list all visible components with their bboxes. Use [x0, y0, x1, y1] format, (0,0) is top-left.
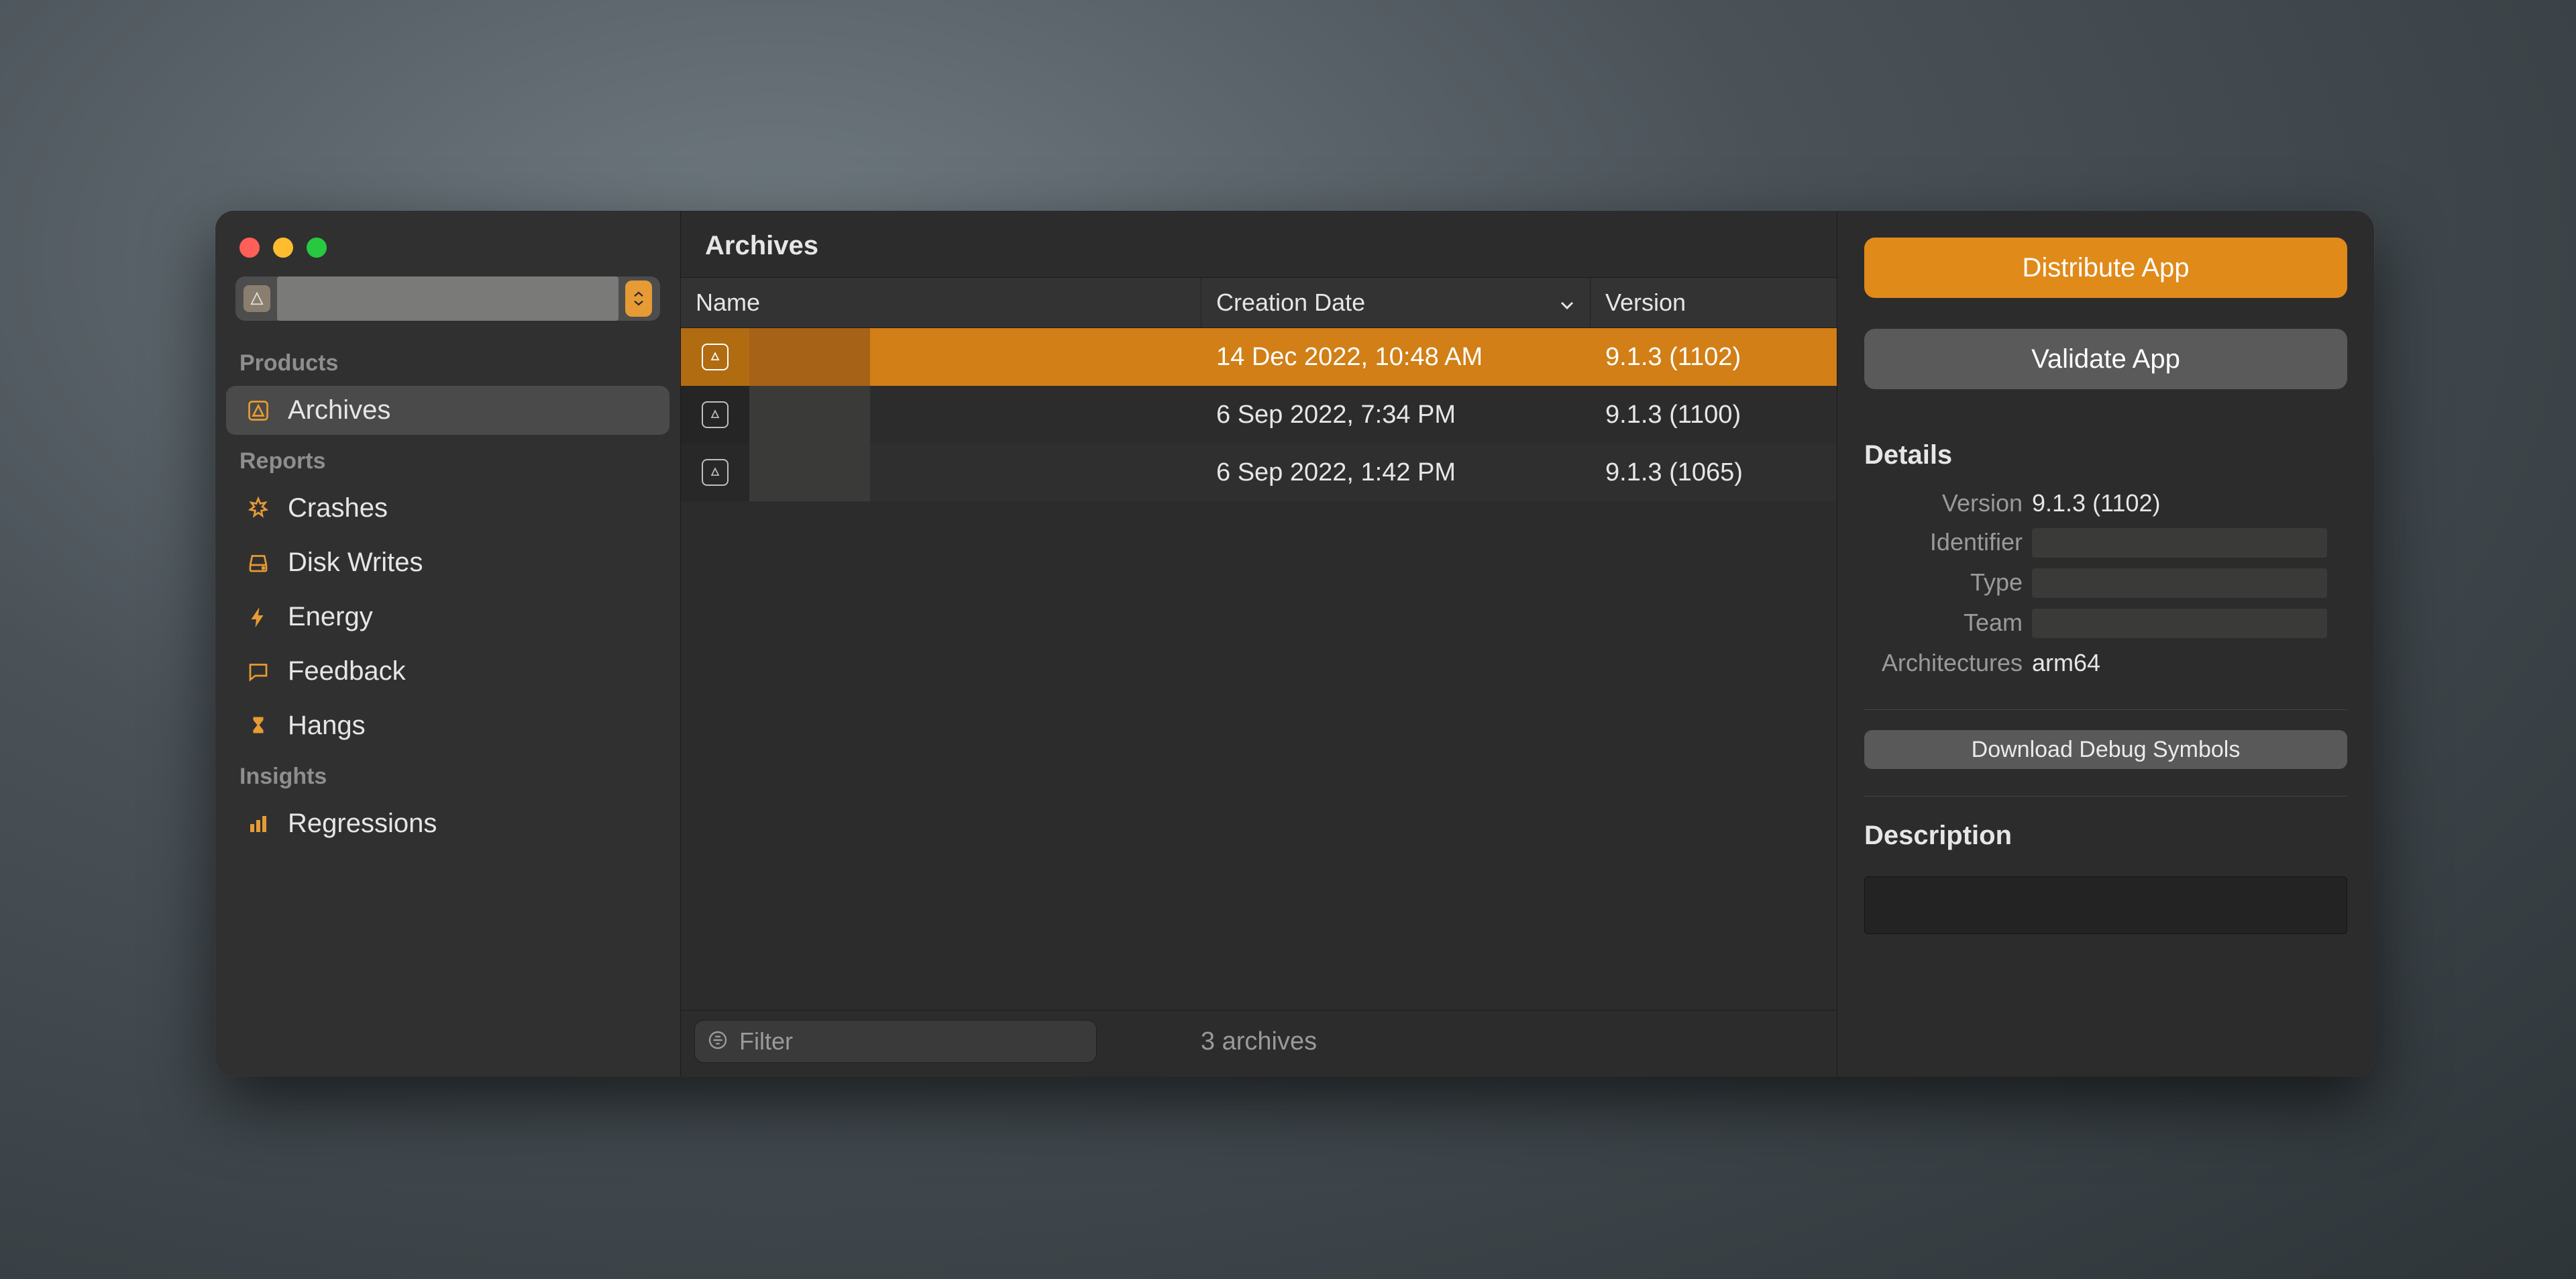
detail-value-redacted: [2032, 609, 2327, 638]
detail-row-identifier: Identifier: [1864, 528, 2347, 558]
zoom-window-button[interactable]: [307, 238, 327, 258]
download-debug-symbols-button[interactable]: Download Debug Symbols: [1864, 730, 2347, 769]
sidebar-section-insights: Insights: [215, 753, 680, 797]
cell-version: 9.1.3 (1100): [1591, 401, 1837, 429]
bars-icon: [244, 809, 273, 839]
sidebar-section-products: Products: [215, 340, 680, 383]
detail-row-version: Version 9.1.3 (1102): [1864, 489, 2347, 517]
sidebar-item-label: Hangs: [288, 711, 366, 741]
sidebar-item-label: Crashes: [288, 493, 388, 523]
archive-name-redacted: [749, 444, 870, 501]
sidebar-item-label: Energy: [288, 602, 373, 632]
column-label: Name: [696, 289, 760, 317]
sidebar: Products Archives Reports Crashes Disk W…: [215, 211, 681, 1076]
detail-label: Architectures: [1864, 649, 2032, 677]
table-row[interactable]: 6 Sep 2022, 1:42 PM 9.1.3 (1065): [681, 444, 1837, 501]
table-body: 14 Dec 2022, 10:48 AM 9.1.3 (1102) 6 Sep…: [681, 328, 1837, 1010]
crash-icon: [244, 494, 273, 523]
organizer-window: Products Archives Reports Crashes Disk W…: [215, 211, 2374, 1076]
detail-label: Team: [1864, 609, 2032, 638]
cell-version: 9.1.3 (1065): [1591, 458, 1837, 487]
detail-label: Version: [1864, 489, 2032, 517]
detail-label: Identifier: [1864, 528, 2032, 558]
sidebar-item-energy[interactable]: Energy: [226, 593, 669, 642]
detail-value: arm64: [2032, 649, 2347, 677]
detail-value-redacted: [2032, 568, 2327, 598]
table-row[interactable]: 6 Sep 2022, 7:34 PM 9.1.3 (1100): [681, 386, 1837, 444]
sidebar-section-reports: Reports: [215, 438, 680, 481]
sidebar-item-label: Regressions: [288, 809, 437, 839]
archive-row-icon: [681, 386, 749, 444]
archive-count: 3 archives: [1124, 1027, 1394, 1056]
column-header-creation-date[interactable]: Creation Date: [1201, 278, 1591, 327]
sidebar-item-crashes[interactable]: Crashes: [226, 484, 669, 533]
hourglass-icon: [244, 711, 273, 741]
filter-icon: [707, 1029, 729, 1054]
description-field[interactable]: [1864, 876, 2347, 934]
validate-app-button[interactable]: Validate App: [1864, 329, 2347, 389]
sidebar-item-label: Disk Writes: [288, 548, 423, 578]
column-header-name[interactable]: Name: [681, 278, 1201, 327]
feedback-icon: [244, 657, 273, 686]
chevron-down-icon: [1559, 289, 1575, 317]
details-panel: Distribute App Validate App Details Vers…: [1837, 211, 2374, 1076]
detail-row-team: Team: [1864, 609, 2347, 638]
close-window-button[interactable]: [239, 238, 260, 258]
divider: [1864, 796, 2347, 797]
sidebar-item-disk-writes[interactable]: Disk Writes: [226, 538, 669, 587]
main-content: Archives Name Creation Date Version: [681, 211, 1837, 1076]
cell-date: 6 Sep 2022, 7:34 PM: [1201, 401, 1591, 429]
updown-chevron-icon: [625, 280, 652, 317]
detail-row-architectures: Architectures arm64: [1864, 649, 2347, 677]
column-header-version[interactable]: Version: [1591, 278, 1837, 327]
sidebar-item-regressions[interactable]: Regressions: [226, 799, 669, 848]
product-name-redacted: [277, 276, 619, 321]
filter-input[interactable]: [738, 1027, 1084, 1056]
sidebar-item-feedback[interactable]: Feedback: [226, 647, 669, 696]
sidebar-item-label: Archives: [288, 395, 390, 425]
detail-label: Type: [1864, 568, 2032, 598]
cell-date: 6 Sep 2022, 1:42 PM: [1201, 458, 1591, 487]
app-icon: [244, 285, 270, 312]
sidebar-item-archives[interactable]: Archives: [226, 386, 669, 435]
product-picker[interactable]: [235, 276, 660, 321]
archive-row-icon: [681, 444, 749, 501]
sidebar-item-hangs[interactable]: Hangs: [226, 701, 669, 750]
filter-field[interactable]: [694, 1020, 1097, 1063]
table-header: Name Creation Date Version: [681, 278, 1837, 328]
distribute-app-button[interactable]: Distribute App: [1864, 238, 2347, 298]
page-title: Archives: [681, 211, 1837, 278]
detail-value-redacted: [2032, 528, 2327, 558]
column-label: Creation Date: [1216, 289, 1365, 317]
table-row[interactable]: 14 Dec 2022, 10:48 AM 9.1.3 (1102): [681, 328, 1837, 386]
disk-icon: [244, 548, 273, 578]
archive-row-icon: [681, 328, 749, 386]
cell-name: [681, 386, 1201, 444]
cell-version: 9.1.3 (1102): [1591, 343, 1837, 372]
detail-value: 9.1.3 (1102): [2032, 489, 2347, 517]
divider: [1864, 709, 2347, 710]
window-controls: [215, 224, 680, 276]
column-label: Version: [1605, 289, 1686, 317]
details-heading: Details: [1864, 440, 2347, 470]
table-footer: 3 archives: [681, 1010, 1837, 1076]
cell-name: [681, 444, 1201, 501]
description-heading: Description: [1864, 821, 2347, 851]
energy-icon: [244, 603, 273, 632]
cell-name: [681, 328, 1201, 386]
archive-name-redacted: [749, 386, 870, 444]
archive-icon: [244, 396, 273, 425]
archive-name-redacted: [749, 328, 870, 386]
minimize-window-button[interactable]: [273, 238, 293, 258]
cell-date: 14 Dec 2022, 10:48 AM: [1201, 343, 1591, 372]
detail-row-type: Type: [1864, 568, 2347, 598]
sidebar-item-label: Feedback: [288, 656, 406, 686]
